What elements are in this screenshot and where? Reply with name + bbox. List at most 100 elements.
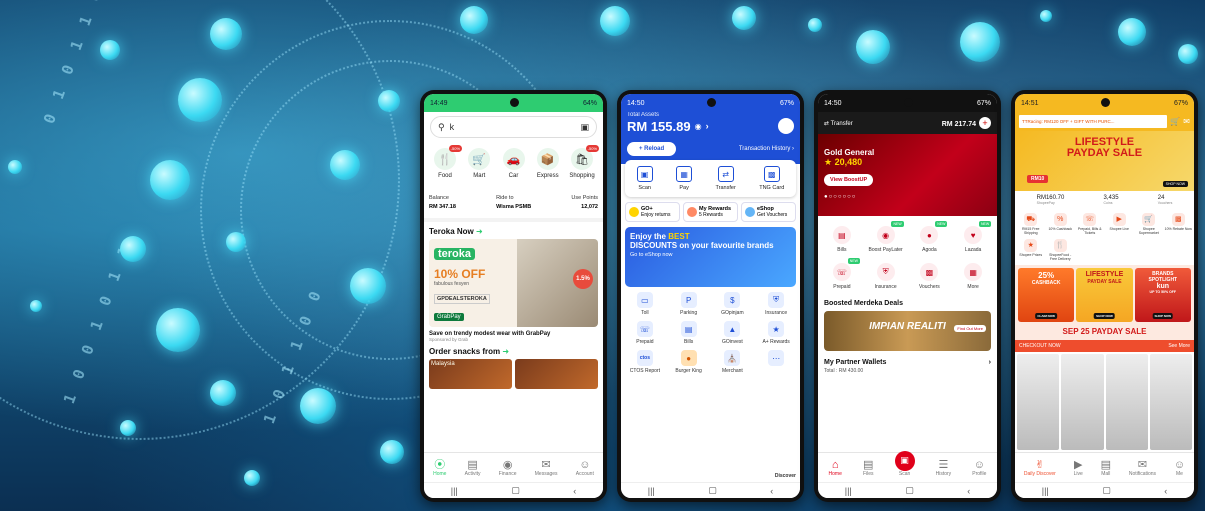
service-goinvest[interactable]: ▲ GOinvest	[711, 321, 755, 345]
service-rewards[interactable]: ★ A+ Rewards	[754, 321, 798, 345]
home-button-icon[interactable]: ▢	[1102, 485, 1111, 496]
nav-home[interactable]: ⌂ Home	[829, 459, 842, 477]
product-card[interactable]	[1105, 354, 1148, 450]
nav-profile[interactable]: ☺ Profile	[972, 459, 986, 477]
merdeka-banner[interactable]: IMPIAN REALITI Find Out More	[824, 311, 991, 351]
service-merchant[interactable]: ⛪ Merchant	[711, 350, 755, 374]
service-gopinjam[interactable]: $ GOpinjam	[711, 292, 755, 316]
nav-files[interactable]: ▤ Files	[863, 459, 874, 477]
recent-apps-icon[interactable]: |||	[648, 486, 655, 496]
promo-lifestyle[interactable]: LIFESTYLE PAYDAY SALE SHOP NOW	[1076, 268, 1133, 322]
product-card[interactable]	[1017, 354, 1060, 450]
category-express[interactable]: 📦 Express	[533, 148, 563, 179]
service-lazada[interactable]: ♥ NEW Lazada	[951, 221, 995, 253]
nav-home[interactable]: ⦿ Home	[433, 459, 446, 477]
shopeepay-balance[interactable]: RM160.70 ShopeePay	[1037, 195, 1065, 205]
home-button-icon[interactable]: ▢	[511, 485, 520, 496]
avatar[interactable]	[778, 118, 794, 134]
claim-now-button[interactable]: CLAIM NOW	[1035, 313, 1057, 319]
nav-messages[interactable]: ✉ Messages	[535, 459, 558, 477]
service-bills[interactable]: ▤ Bills	[667, 321, 711, 345]
recent-apps-icon[interactable]: |||	[845, 486, 852, 496]
service-more[interactable]: ⋯	[754, 350, 798, 374]
chevron-right-icon[interactable]: ›	[706, 121, 709, 131]
back-icon[interactable]: ‹	[770, 486, 773, 496]
find-out-more-button[interactable]: Find Out More	[954, 325, 986, 332]
shortcut-rebate[interactable]: ▩ 10% Rebate Now	[1164, 213, 1194, 235]
arrow-right-icon[interactable]: ➜	[476, 227, 483, 236]
coins-balance[interactable]: 3,435 Coins	[1104, 195, 1119, 205]
back-icon[interactable]: ‹	[1164, 486, 1167, 496]
nav-scan[interactable]: ▣ Scan	[894, 450, 915, 477]
shortcut-prizes[interactable]: ★ Shopee Prizes	[1016, 239, 1046, 261]
discover-button[interactable]: Discover	[775, 473, 796, 479]
nav-notifications[interactable]: ✉ Notifications	[1129, 459, 1156, 477]
promo-brands[interactable]: BRANDS SPOTLIGHT kun UP TO 50% OFF SHOP NOW	[1134, 268, 1191, 322]
shop-now-button[interactable]: SHOP NOW	[1162, 181, 1188, 187]
nav-me[interactable]: ☺ Me	[1174, 459, 1185, 477]
shortcut-cashback[interactable]: % 10% Cashback	[1046, 213, 1076, 235]
promo-banner[interactable]: teroka 10% OFF fabulous fesyen GPDEALSTE…	[429, 239, 598, 327]
view-boostup-button[interactable]: View BoostUP	[824, 174, 874, 186]
nav-history[interactable]: ☰ History	[936, 459, 952, 477]
shortcut-live[interactable]: ▶ Shopee Live	[1105, 213, 1135, 235]
nav-finance[interactable]: ◉ Finance	[499, 459, 517, 477]
reload-button[interactable]: + Reload	[627, 142, 677, 156]
chip-eshop[interactable]: eShop Get Vouchers	[741, 202, 796, 222]
snack-card[interactable]: Malaysia	[429, 359, 512, 389]
nav-daily-discover[interactable]: ✌ Daily Discover	[1024, 459, 1056, 477]
eshop-banner[interactable]: Enjoy the BEST DISCOUNTS on your favourit…	[625, 227, 796, 287]
vouchers-count[interactable]: 24 Vouchers	[1158, 195, 1173, 205]
service-prepaid[interactable]: ☏ NEW Prepaid	[820, 258, 864, 290]
home-button-icon[interactable]: ▢	[905, 485, 914, 496]
search-input[interactable]: TTRacing: RM120 OFF + GIFT WITH PURC...	[1019, 115, 1168, 128]
quick-scan[interactable]: ▣ Scan	[636, 166, 653, 191]
ride-card[interactable]: Ride to Wisma PSMB	[496, 195, 531, 210]
category-mart[interactable]: 🛒 Mart	[464, 148, 494, 179]
carousel-dots[interactable]: ●○○○○○○	[824, 194, 991, 200]
snack-card[interactable]	[515, 359, 598, 389]
balance-card[interactable]: Balance RM 347.18	[429, 195, 456, 210]
back-icon[interactable]: ‹	[967, 486, 970, 496]
chip-rewards[interactable]: My Rewards 5 Rewards	[683, 202, 738, 222]
promo-cashback[interactable]: 25% CASHBACK CLAIM NOW	[1018, 268, 1075, 322]
hero-banner[interactable]: LIFESTYLE PAYDAY SALE RM10 SHOP NOW	[1015, 131, 1194, 191]
shortcut-prepaid[interactable]: ☏ Prepaid, Bills & Tickets	[1075, 213, 1105, 235]
search-input[interactable]: ⚲ k ▣	[430, 116, 597, 138]
category-car[interactable]: 🚗 Car	[499, 148, 529, 179]
partner-wallets[interactable]: My Partner Wallets ›	[818, 351, 997, 366]
nav-account[interactable]: ☺ Account	[576, 459, 594, 477]
service-bills[interactable]: ▤ Bills	[820, 226, 864, 253]
arrow-right-icon[interactable]: ➜	[502, 347, 509, 356]
transfer-link[interactable]: ⇄ Transfer	[824, 120, 853, 127]
quick-tng-card[interactable]: ▩ TNG Card	[759, 166, 784, 191]
shortcut-shopeefood[interactable]: 🍴 ShopeeFood - Free Delivery	[1046, 239, 1076, 261]
payday-banner[interactable]: SEP 25 PAYDAY SALE	[1015, 325, 1194, 340]
service-more[interactable]: ▦ More	[951, 263, 995, 290]
chat-icon[interactable]: ✉	[1183, 117, 1190, 126]
recent-apps-icon[interactable]: |||	[1042, 486, 1049, 496]
cart-icon[interactable]: 🛒	[1170, 117, 1180, 126]
service-prepaid[interactable]: ☏ Prepaid	[623, 321, 667, 345]
add-money-icon[interactable]: +	[979, 117, 991, 129]
service-parking[interactable]: P Parking	[667, 292, 711, 316]
service-insurance[interactable]: ⛨ Insurance	[754, 292, 798, 316]
recent-apps-icon[interactable]: |||	[451, 486, 458, 496]
quick-transfer[interactable]: ⇄ Transfer	[716, 166, 736, 191]
scan-icon[interactable]: ▣	[580, 122, 589, 133]
service-agoda[interactable]: ● NEW Agoda	[908, 221, 952, 253]
history-link[interactable]: Transaction History ›	[739, 146, 794, 152]
product-card[interactable]	[1149, 354, 1192, 450]
category-shopping[interactable]: 🛍 -50% Shopping	[567, 145, 599, 179]
nav-mall[interactable]: ▤ Mall	[1101, 459, 1111, 477]
quick-pay[interactable]: ▦ Pay	[676, 166, 693, 191]
service-vouchers[interactable]: ▩ Vouchers	[908, 263, 952, 290]
eye-icon[interactable]: ◉	[695, 122, 702, 131]
service-ctos[interactable]: ctos CTOS Report	[623, 350, 667, 374]
service-toll[interactable]: ▭ Toll	[623, 292, 667, 316]
shop-now-button[interactable]: SHOP NOW	[1152, 313, 1174, 319]
see-more-link[interactable]: See More	[1168, 343, 1190, 349]
points-card[interactable]: Use Points 12,072	[571, 195, 598, 210]
service-insurance[interactable]: ⛨ Insurance	[864, 263, 908, 290]
product-card[interactable]	[1061, 354, 1104, 450]
